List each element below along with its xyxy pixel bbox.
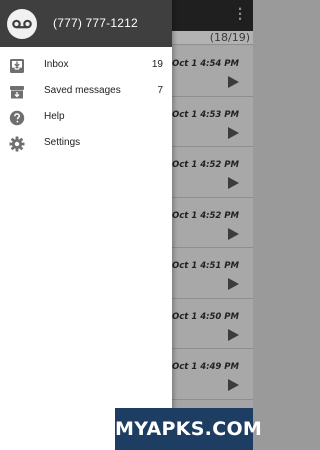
- nav-label: Help: [44, 111, 65, 122]
- phone-number: (777) 777-1212: [53, 16, 138, 30]
- inbox-icon: [9, 58, 25, 74]
- play-icon[interactable]: [228, 227, 239, 240]
- nav-item-inbox[interactable]: Inbox 19: [0, 53, 172, 79]
- voicemail-icon: [7, 9, 37, 39]
- nav-count: 19: [151, 59, 163, 70]
- nav-label: Settings: [44, 137, 81, 148]
- play-icon[interactable]: [228, 177, 239, 189]
- nav-label: Inbox: [44, 59, 69, 70]
- archive-icon: [9, 84, 25, 100]
- nav-item-saved-messages[interactable]: Saved messages 7: [0, 79, 172, 105]
- watermark-text: MYAPKS.COM: [115, 418, 263, 440]
- play-icon[interactable]: [228, 278, 239, 290]
- nav-item-help[interactable]: Help: [0, 105, 172, 131]
- overflow-menu-icon[interactable]: · · ·: [235, 3, 245, 25]
- nav-count: 7: [157, 85, 163, 96]
- play-icon[interactable]: [228, 328, 239, 341]
- gear-icon: [9, 136, 25, 152]
- nav-label: Saved messages: [44, 85, 121, 96]
- nav-item-settings[interactable]: Settings: [0, 131, 172, 157]
- watermark-banner: MYAPKS.COM: [115, 408, 263, 450]
- play-icon[interactable]: [228, 126, 239, 139]
- play-icon[interactable]: [228, 379, 239, 391]
- navigation-drawer: (777) 777-1212 Inbox 19 Saved messages 7: [0, 0, 172, 450]
- drawer-header: (777) 777-1212: [0, 0, 172, 47]
- play-icon[interactable]: [228, 76, 239, 88]
- message-count: (18/19): [209, 31, 250, 44]
- help-icon: [9, 110, 25, 126]
